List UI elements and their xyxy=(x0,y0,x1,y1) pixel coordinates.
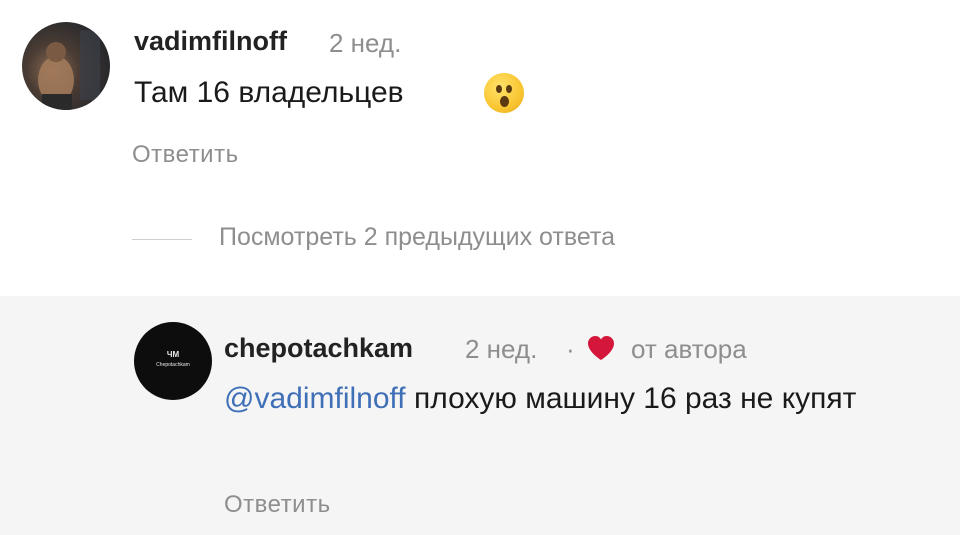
avatar-photo xyxy=(38,30,100,110)
hushed-face-emoji-icon xyxy=(484,73,524,113)
heart-icon xyxy=(588,336,614,360)
reply-avatar[interactable]: ЧМ Chepotachkam xyxy=(134,322,212,400)
avatar[interactable] xyxy=(22,22,110,110)
author-badge: от автора xyxy=(631,334,747,364)
comment-time: 2 нед. xyxy=(329,28,402,58)
reply-text-body: плохую машину 16 раз не купят xyxy=(405,382,857,415)
reply-time: 2 нед. xyxy=(465,334,538,364)
avatar-logo-text: ЧМ xyxy=(166,350,180,359)
separator-dot: · xyxy=(566,334,575,364)
comment-text: Там 16 владельцев xyxy=(134,76,404,109)
reply-button-2[interactable]: Ответить xyxy=(224,491,331,519)
reply-text: @vadimfilnoff плохую машину 16 раз не ку… xyxy=(224,377,944,421)
reply-username[interactable]: chepotachkam xyxy=(224,333,413,364)
view-previous-replies-button[interactable]: Посмотреть 2 предыдущих ответа xyxy=(219,223,615,252)
reply-button[interactable]: Ответить xyxy=(132,141,239,169)
comment-username[interactable]: vadimfilnoff xyxy=(134,26,287,57)
avatar-logo-subtext: Chepotachkam xyxy=(156,362,190,368)
comment-item: vadimfilnoff 2 нед. Там 16 владельцев От… xyxy=(0,0,960,296)
mention-link[interactable]: @vadimfilnoff xyxy=(224,382,406,415)
thread-divider xyxy=(132,239,192,240)
